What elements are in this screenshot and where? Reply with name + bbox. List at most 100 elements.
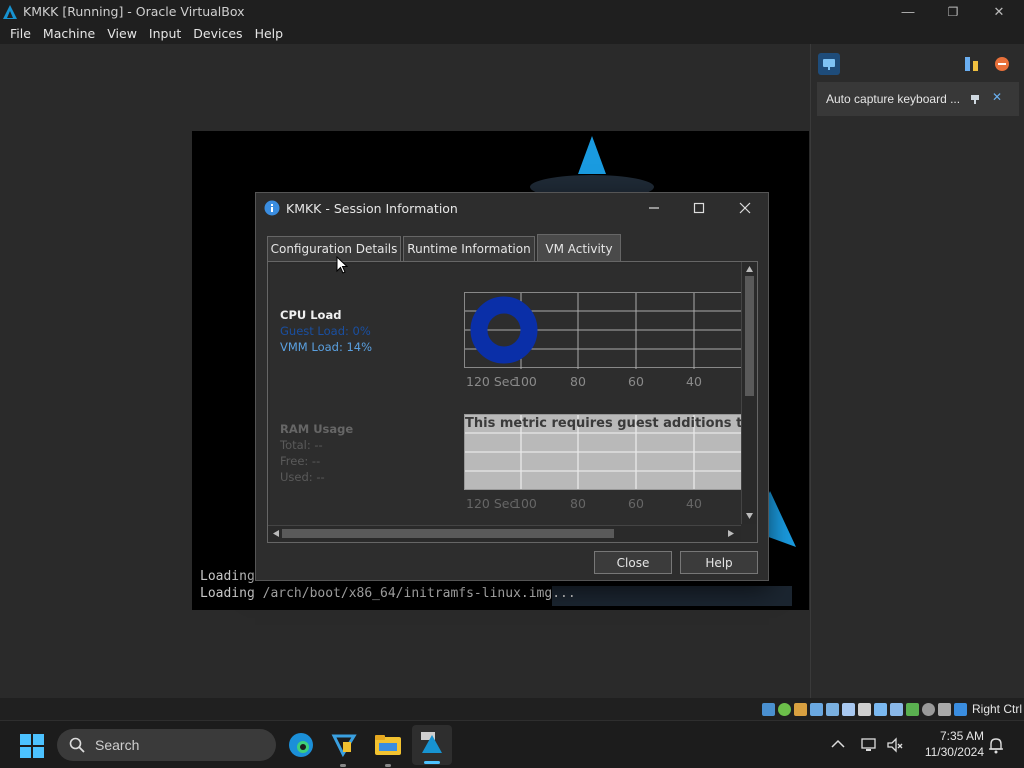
active-app-indicator	[424, 761, 440, 764]
tab-runtime-information[interactable]: Runtime Information	[403, 236, 535, 261]
cpu-load-heading: CPU Load	[280, 308, 342, 322]
ram-guest-additions-notice: This metric requires guest additions to …	[465, 416, 741, 431]
notification-panel: Auto capture keyboard ... ✕	[810, 44, 1024, 698]
menu-machine[interactable]: Machine	[37, 26, 101, 41]
scroll-down-arrow-icon[interactable]	[745, 512, 754, 520]
cpu-load-graph	[464, 292, 741, 369]
ram-axis-label-80: 80	[570, 496, 586, 511]
console-line-2: Loading /arch/boot/x86_64/initramfs-linu…	[200, 586, 576, 601]
scroll-right-arrow-icon[interactable]	[727, 529, 735, 538]
window-titlebar: KMKK [Running] - Oracle VirtualBox — ❐ ✕	[0, 0, 1024, 23]
ram-axis-label-100: 100	[513, 496, 537, 511]
sort-icon[interactable]	[963, 55, 981, 73]
cpu-guest-load: Guest Load: 0%	[280, 324, 371, 338]
display-status-icon[interactable]	[858, 702, 871, 716]
shared-folders-status-icon[interactable]	[842, 702, 855, 716]
dialog-titlebar: KMKK - Session Information	[256, 193, 768, 223]
tab-vm-activity[interactable]: VM Activity	[537, 234, 621, 262]
cpu-axis-label-40: 40	[686, 374, 702, 389]
hard-disk-status-icon[interactable]	[762, 702, 775, 716]
info-icon	[264, 200, 280, 216]
vm-status-bar: Right Ctrl	[0, 698, 1024, 720]
vscode-icon[interactable]	[328, 729, 360, 761]
window-title: KMKK [Running] - Oracle VirtualBox	[23, 4, 245, 19]
dialog-close-button[interactable]	[723, 193, 767, 223]
network-icon[interactable]	[860, 736, 878, 754]
host-key-label: Right Ctrl	[972, 702, 1023, 716]
network-status-icon[interactable]	[810, 702, 823, 716]
cpu-axis-label-100: 100	[513, 374, 537, 389]
mouse-integration-status-icon[interactable]	[890, 702, 903, 716]
scroll-left-arrow-icon[interactable]	[272, 529, 280, 538]
close-window-button[interactable]: ✕	[976, 0, 1022, 23]
restore-button[interactable]: ❐	[930, 0, 976, 23]
horizontal-scroll-thumb[interactable]	[282, 529, 614, 538]
menu-input[interactable]: Input	[143, 26, 187, 41]
ram-axis-label-120: 120 Sec	[466, 496, 517, 511]
chevron-up-icon[interactable]	[831, 739, 845, 749]
tab-configuration-details[interactable]: Configuration Details	[267, 236, 401, 261]
audio-status-icon[interactable]	[794, 702, 807, 716]
vertical-scrollbar[interactable]	[741, 262, 757, 524]
vscode-running-indicator	[340, 764, 346, 767]
notification-close-icon[interactable]: ✕	[992, 90, 1002, 104]
search-icon	[69, 737, 85, 753]
notification-bell-icon[interactable]	[988, 736, 1004, 754]
virtualbox-taskbar-button[interactable]	[412, 725, 452, 765]
optical-drive-status-icon[interactable]	[778, 702, 791, 716]
host-key-icon[interactable]	[954, 702, 967, 716]
cpu-status-icon[interactable]	[906, 702, 919, 716]
help-button[interactable]: Help	[680, 551, 758, 574]
close-button[interactable]: Close	[594, 551, 672, 574]
vm-activity-pane: CPU Load Guest Load: 0% VMM Load: 14% 12…	[267, 261, 758, 543]
system-clock[interactable]: 7:35 AM 11/30/2024	[904, 728, 984, 760]
settings-status-icon[interactable]	[938, 702, 951, 716]
ram-usage-heading: RAM Usage	[280, 422, 354, 436]
status-icons	[762, 698, 967, 720]
mouse-cursor-icon	[336, 256, 348, 274]
menu-help[interactable]: Help	[249, 26, 290, 41]
recording-status-icon[interactable]	[874, 702, 887, 716]
session-information-dialog: KMKK - Session Information Configuration…	[255, 192, 769, 581]
dialog-maximize-button[interactable]	[677, 193, 721, 223]
ram-usage-graph: This metric requires guest additions to …	[464, 414, 741, 490]
cpu-vmm-load: VMM Load: 14%	[280, 340, 373, 354]
horizontal-scrollbar[interactable]	[268, 525, 741, 541]
notification-item[interactable]: Auto capture keyboard ... ✕	[817, 82, 1019, 116]
clear-notifications-icon[interactable]	[993, 55, 1011, 73]
minimize-button[interactable]: —	[885, 0, 931, 23]
volume-muted-icon[interactable]	[886, 736, 904, 754]
virtualbox-vm-icon	[421, 732, 442, 753]
ram-free: Free: --	[280, 454, 321, 468]
notification-pin-icon[interactable]	[969, 93, 981, 105]
windows-start-icon[interactable]	[20, 734, 44, 758]
dialog-minimize-button[interactable]	[632, 193, 676, 223]
cpu-axis-label-120: 120 Sec	[466, 374, 517, 389]
windows-taskbar: Search 7:35 AM 11/30/2024	[0, 720, 1024, 768]
cpu-axis-label-80: 80	[570, 374, 586, 389]
cpu-axis-label-60: 60	[628, 374, 644, 389]
taskbar-search-box[interactable]: Search	[57, 729, 276, 761]
dialog-title: KMKK - Session Information	[286, 200, 458, 216]
notification-text: Auto capture keyboard ...	[826, 92, 961, 106]
virtualbox-app-icon	[3, 4, 17, 19]
menu-file[interactable]: File	[4, 26, 37, 41]
edge-browser-icon[interactable]	[285, 729, 317, 761]
notification-center-icon[interactable]	[818, 53, 840, 75]
usb-status-icon[interactable]	[826, 702, 839, 716]
vertical-scroll-thumb[interactable]	[745, 276, 754, 396]
ram-used: Used: --	[280, 470, 325, 484]
scroll-up-arrow-icon[interactable]	[745, 265, 754, 273]
keyboard-capture-status-icon[interactable]	[922, 702, 935, 716]
activity-content: CPU Load Guest Load: 0% VMM Load: 14% 12…	[270, 264, 741, 525]
clock-date: 11/30/2024	[924, 745, 984, 759]
ram-total: Total: --	[280, 438, 323, 452]
explorer-running-indicator	[385, 764, 391, 767]
menu-bar: File Machine View Input Devices Help	[0, 23, 1024, 44]
clock-time: 7:35 AM	[939, 729, 984, 743]
menu-view[interactable]: View	[101, 26, 143, 41]
file-explorer-icon[interactable]	[372, 729, 404, 761]
cpu-activity-ring	[470, 296, 538, 364]
console-line-1: Loading	[200, 569, 255, 584]
menu-devices[interactable]: Devices	[187, 26, 248, 41]
